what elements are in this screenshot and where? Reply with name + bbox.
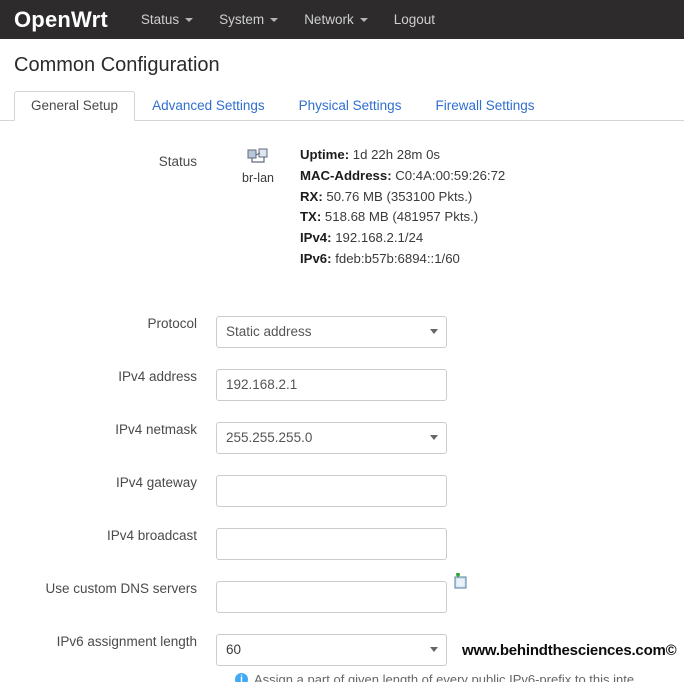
protocol-select[interactable]: Static address bbox=[216, 315, 447, 348]
status-value-ipv4: 192.168.2.1/24 bbox=[335, 230, 424, 246]
nav-item-status[interactable]: Status bbox=[140, 12, 194, 27]
status-value-rx: 50.76 MB (353100 Pkts.) bbox=[326, 188, 473, 204]
custom-dns-label: Use custom DNS servers bbox=[45, 580, 197, 596]
ipv4-gateway-row: IPv4 gateway bbox=[0, 474, 684, 507]
chevron-down-icon bbox=[430, 328, 438, 334]
chevron-down-icon bbox=[185, 17, 194, 22]
tab-physical-settings[interactable]: Physical Settings bbox=[282, 91, 419, 121]
tab-advanced-settings[interactable]: Advanced Settings bbox=[135, 91, 282, 121]
add-entry-icon[interactable] bbox=[452, 572, 469, 590]
ipv4-netmask-label: IPv4 netmask bbox=[115, 421, 197, 437]
ipv4-address-row: IPv4 address 192.168.2.1 bbox=[0, 368, 684, 401]
ethernet-icon bbox=[247, 148, 269, 166]
tab-firewall-settings[interactable]: Firewall Settings bbox=[418, 91, 551, 121]
status-line-ipv4: IPv4: 192.168.2.1/24 bbox=[300, 228, 505, 249]
page-title: Common Configuration bbox=[14, 54, 220, 76]
custom-dns-input[interactable] bbox=[216, 580, 447, 613]
nav-item-logout-label: Logout bbox=[393, 12, 435, 27]
chevron-down-icon bbox=[430, 434, 438, 440]
ipv4-broadcast-input[interactable] bbox=[216, 527, 447, 560]
status-label: Status bbox=[158, 154, 197, 169]
openwrt-logo[interactable]: OpenWrt bbox=[14, 7, 108, 33]
chevron-down-icon bbox=[359, 17, 368, 22]
status-row: Status br-lan Uptime: 1d 22h 28m 0s MAC-… bbox=[0, 143, 684, 270]
ipv4-broadcast-row: IPv4 broadcast bbox=[0, 527, 684, 560]
status-value-uptime: 1d 22h 28m 0s bbox=[352, 147, 441, 162]
nav-item-system-label: System bbox=[219, 12, 265, 27]
top-navigation-bar: OpenWrt Status System Network Logout bbox=[0, 0, 684, 39]
nav-item-logout[interactable]: Logout bbox=[394, 12, 435, 27]
protocol-row: Protocol Static address bbox=[0, 315, 684, 348]
interface-br-lan: br-lan bbox=[216, 143, 300, 185]
status-key-ipv4: IPv4: bbox=[300, 230, 332, 246]
watermark-text: www.behindthesciences.com© bbox=[462, 641, 677, 659]
status-details: Uptime: 1d 22h 28m 0s MAC-Address: C0:4A… bbox=[300, 143, 505, 270]
chevron-down-icon bbox=[430, 646, 438, 652]
protocol-label: Protocol bbox=[147, 315, 197, 331]
nav-item-status-label: Status bbox=[140, 12, 180, 27]
status-line-uptime: Uptime: 1d 22h 28m 0s bbox=[300, 145, 505, 166]
settings-tab-bar: General Setup Advanced Settings Physical… bbox=[0, 91, 684, 121]
status-line-ipv6: IPv6: fdeb:b57b:6894::1/60 bbox=[300, 249, 505, 270]
ipv6-assignment-length-help-text: Assign a part of given length of every p… bbox=[254, 671, 635, 682]
info-icon: i bbox=[235, 672, 248, 682]
ipv4-gateway-label: IPv4 gateway bbox=[115, 474, 197, 490]
interface-name-label: br-lan bbox=[242, 171, 274, 185]
tab-general-setup[interactable]: General Setup bbox=[14, 91, 136, 121]
custom-dns-row: Use custom DNS servers bbox=[0, 572, 684, 613]
nav-item-network-label: Network bbox=[304, 12, 354, 27]
status-key-rx: RX: bbox=[300, 188, 323, 204]
status-line-mac-address: MAC-Address: C0:4A:00:59:26:72 bbox=[300, 166, 505, 187]
status-value-mac-address: C0:4A:00:59:26:72 bbox=[395, 167, 506, 183]
status-line-rx: RX: 50.76 MB (353100 Pkts.) bbox=[300, 187, 505, 208]
status-key-uptime: Uptime: bbox=[300, 147, 350, 162]
ipv6-assignment-length-row: IPv6 assignment length 60 www.behindthes… bbox=[0, 633, 684, 666]
status-key-mac-address: MAC-Address: bbox=[300, 167, 392, 183]
ipv4-address-label: IPv4 address bbox=[118, 368, 197, 384]
status-value-tx: 518.68 MB (481957 Pkts.) bbox=[324, 209, 479, 225]
ipv6-assignment-length-select[interactable]: 60 bbox=[216, 633, 447, 666]
nav-item-system[interactable]: System bbox=[219, 12, 279, 27]
ipv4-netmask-row: IPv4 netmask 255.255.255.0 bbox=[0, 421, 684, 454]
status-value-ipv6: fdeb:b57b:6894::1/60 bbox=[335, 250, 460, 266]
status-line-tx: TX: 518.68 MB (481957 Pkts.) bbox=[300, 207, 505, 228]
status-key-ipv6: IPv6: bbox=[300, 250, 332, 266]
nav-item-network[interactable]: Network bbox=[304, 12, 368, 27]
ipv6-assignment-length-label: IPv6 assignment length bbox=[56, 633, 197, 649]
chevron-down-icon bbox=[270, 17, 279, 22]
ipv4-address-input[interactable]: 192.168.2.1 bbox=[216, 368, 447, 401]
ipv6-assignment-length-help: i Assign a part of given length of every… bbox=[0, 672, 684, 682]
ipv4-gateway-input[interactable] bbox=[216, 474, 447, 507]
status-key-tx: TX: bbox=[300, 209, 322, 225]
ipv4-broadcast-label: IPv4 broadcast bbox=[106, 527, 197, 543]
ipv4-netmask-select[interactable]: 255.255.255.0 bbox=[216, 421, 447, 454]
common-configuration-form: Status br-lan Uptime: 1d 22h 28m 0s MAC-… bbox=[0, 121, 684, 682]
